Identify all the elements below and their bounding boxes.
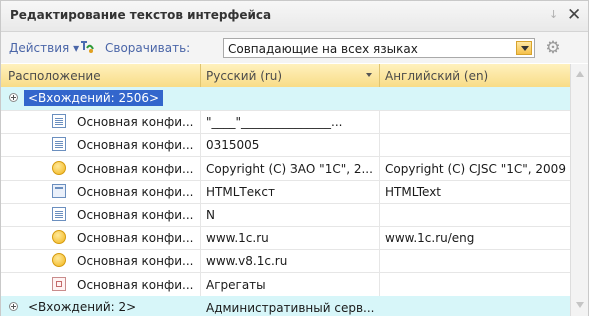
cell-russian[interactable]: www.1c.ru bbox=[206, 231, 374, 245]
cell-location: Основная конфи... bbox=[77, 161, 194, 176]
translations-table: Расположение Русский (ru) Английский (en… bbox=[1, 64, 588, 316]
translation-editor-window: Редактирование текстов интерфейса ↓ ✕ Де… bbox=[0, 0, 589, 316]
cell-russian[interactable]: N bbox=[206, 208, 374, 222]
cell-russian[interactable]: Агрегаты bbox=[206, 278, 374, 292]
cell-russian[interactable]: Copyright (C) ЗАО "1С", 2... bbox=[206, 162, 374, 176]
collapse-mode-value: Совпадающие на всех языках bbox=[228, 42, 418, 56]
scroll-down-icon[interactable] bbox=[576, 302, 584, 308]
cell-location: Основная конфи... bbox=[77, 184, 194, 199]
aggregate-icon bbox=[52, 276, 66, 291]
dropdown-button[interactable] bbox=[516, 41, 532, 55]
table-row[interactable]: Основная конфи... www.1c.ru www.1c.ru/eng bbox=[1, 226, 570, 251]
table-header: Расположение Русский (ru) Английский (en… bbox=[1, 64, 570, 88]
table-row[interactable]: Основная конфи... Copyright (C) ЗАО "1С",… bbox=[1, 157, 570, 181]
cell-location: Основная конфи... bbox=[77, 115, 194, 130]
form-icon bbox=[52, 183, 66, 198]
group-label: <Вхождений: 2> bbox=[28, 299, 137, 314]
column-header-location[interactable]: Расположение bbox=[8, 69, 101, 83]
column-header-english[interactable]: Английский (en) bbox=[385, 69, 488, 83]
cell-english[interactable]: www.1c.ru/eng bbox=[385, 231, 569, 245]
cell-location: Основная конфи... bbox=[77, 254, 194, 269]
cell-location: Основная конфи... bbox=[77, 231, 194, 246]
circle-icon bbox=[52, 253, 66, 268]
document-icon bbox=[52, 207, 66, 221]
expand-plus-icon[interactable] bbox=[9, 93, 18, 102]
circle-icon bbox=[52, 230, 66, 245]
gear-icon[interactable]: ⚙ bbox=[544, 39, 562, 57]
document-icon bbox=[52, 114, 66, 129]
cell-english[interactable]: Copyright (C) CJSC "1C", 2009 bbox=[385, 162, 569, 176]
cell-russian[interactable]: 0315005 bbox=[206, 138, 374, 152]
window-title: Редактирование текстов интерфейса bbox=[10, 8, 272, 22]
cell-location: Основная конфи... bbox=[77, 208, 194, 222]
table-row[interactable]: Основная конфи... www.v8.1c.ru bbox=[1, 249, 570, 274]
scroll-up-icon[interactable] bbox=[576, 71, 584, 77]
cell-russian[interactable]: "____"_______________... bbox=[206, 115, 374, 129]
vertical-scrollbar[interactable] bbox=[570, 64, 588, 316]
table-row[interactable]: Основная конфи... 0315005 bbox=[1, 133, 570, 158]
cell-location: Основная конфи... bbox=[77, 138, 194, 153]
group-row[interactable]: <Вхождений: 2506> bbox=[1, 87, 570, 111]
cell-russian[interactable]: Административный серв... bbox=[206, 301, 374, 315]
group-label: <Вхождений: 2506> bbox=[24, 90, 164, 106]
column-divider[interactable] bbox=[200, 64, 201, 87]
group-row[interactable]: <Вхождений: 2> Административный серв... bbox=[1, 295, 570, 316]
column-divider[interactable] bbox=[379, 64, 380, 87]
column-header-russian[interactable]: Русский (ru) bbox=[206, 69, 282, 83]
pin-icon[interactable]: ↓ bbox=[549, 8, 558, 21]
cell-location: Основная конфи... bbox=[77, 277, 194, 292]
cell-english[interactable]: HTMLText bbox=[385, 185, 569, 199]
title-bar: Редактирование текстов интерфейса ↓ ✕ bbox=[1, 1, 588, 32]
table-row[interactable]: Основная конфи... "____"_______________..… bbox=[1, 110, 570, 135]
expand-plus-icon[interactable] bbox=[9, 301, 18, 311]
sort-desc-icon bbox=[366, 73, 372, 77]
cell-russian[interactable]: HTMLТекст bbox=[206, 185, 374, 199]
cell-russian[interactable]: www.v8.1c.ru bbox=[206, 254, 374, 268]
collapse-label: Сворачивать: bbox=[105, 41, 191, 55]
circle-icon bbox=[52, 160, 66, 175]
document-icon bbox=[52, 137, 66, 152]
collapse-mode-select[interactable]: Совпадающие на всех языках bbox=[223, 38, 535, 58]
table-row[interactable]: Основная конфи... N bbox=[1, 203, 570, 227]
actions-menu-button[interactable]: Действия ▾ bbox=[9, 41, 79, 55]
translate-icon[interactable] bbox=[79, 39, 95, 55]
close-icon[interactable]: ✕ bbox=[567, 5, 581, 25]
actions-label: Действия bbox=[9, 41, 70, 55]
toolbar: Действия ▾ Сворачивать: Совпадающие на в… bbox=[1, 32, 588, 63]
table-row[interactable]: Основная конфи... Агрегаты bbox=[1, 273, 570, 297]
table-row[interactable]: Основная конфи... HTMLТекст HTMLText bbox=[1, 180, 570, 204]
